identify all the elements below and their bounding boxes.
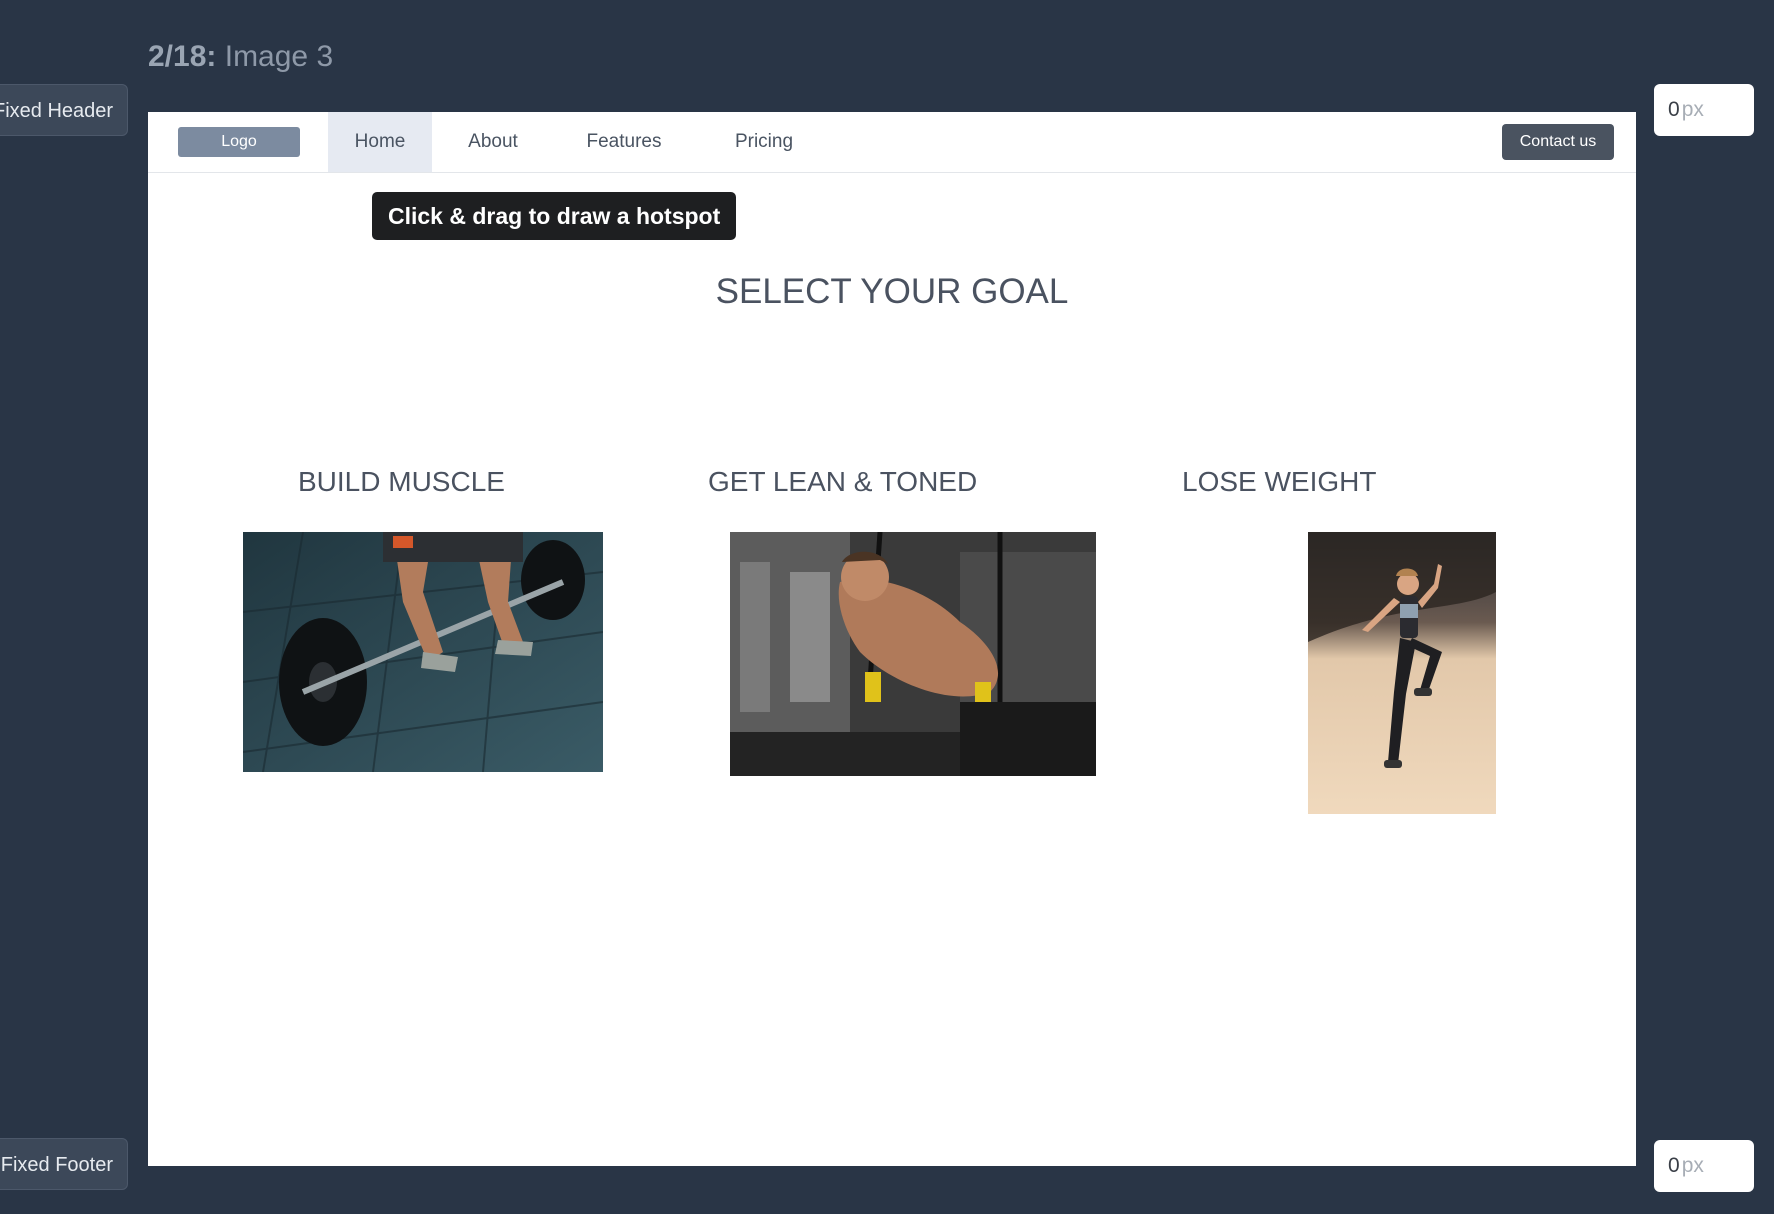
header-offset-unit: px (1681, 98, 1704, 121)
footer-offset-input[interactable]: 0px (1654, 1140, 1754, 1192)
contact-us-button[interactable]: Contact us (1502, 124, 1614, 160)
beach-runner-photo[interactable] (1308, 532, 1496, 814)
fixed-footer-label: Fixed Footer (0, 1154, 113, 1176)
page-heading: SELECT YOUR GOAL (715, 272, 1069, 311)
page-canvas[interactable]: Logo Home About Features Pricing Contact… (148, 112, 1636, 1166)
image-name: Image 3 (224, 40, 334, 73)
header-offset-input[interactable]: 0px (1654, 84, 1754, 136)
suspension-trainer-illustration (730, 532, 1096, 776)
goal-title-build-muscle: BUILD MUSCLE (298, 466, 505, 497)
image-title: 2/18: Image 3 (148, 40, 333, 74)
logo[interactable]: Logo (178, 127, 300, 157)
footer-offset-value: 0 (1668, 1154, 1680, 1177)
header-offset-value: 0 (1668, 98, 1680, 121)
fixed-header-label: Fixed Header (0, 100, 114, 122)
nav-pricing[interactable]: Pricing (704, 112, 824, 172)
fixed-header-tab[interactable]: Fixed Header (0, 84, 128, 136)
footer-offset-unit: px (1681, 1154, 1704, 1177)
image-step: 2/18: (148, 40, 217, 73)
goal-title-lean-toned: GET LEAN & TONED (708, 466, 978, 497)
barbell-deadlift-illustration (243, 532, 603, 772)
barbell-deadlift-photo[interactable] (243, 532, 603, 772)
beach-runner-illustration (1308, 532, 1496, 814)
nav-about[interactable]: About (448, 112, 538, 172)
fixed-footer-tab[interactable]: Fixed Footer (0, 1138, 128, 1190)
suspension-trainer-photo[interactable] (730, 532, 1096, 776)
nav-home[interactable]: Home (328, 112, 432, 172)
nav-features[interactable]: Features (564, 112, 684, 172)
hotspot-tooltip: Click & drag to draw a hotspot (372, 192, 737, 240)
goal-title-lose-weight: LOSE WEIGHT (1182, 466, 1377, 497)
site-navbar: Logo Home About Features Pricing Contact… (148, 112, 1636, 173)
